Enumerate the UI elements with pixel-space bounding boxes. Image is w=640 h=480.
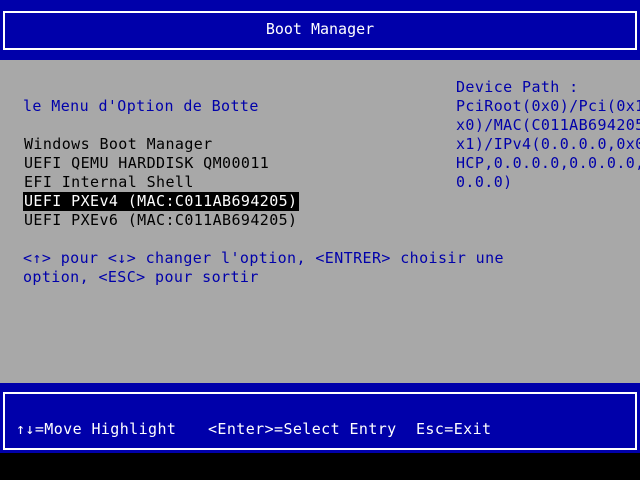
device-path-line: 0.0.0) xyxy=(456,173,513,191)
footer-select-hint: <Enter>=Select Entry xyxy=(208,420,397,438)
footer-move-hint: ↑↓=Move Highlight xyxy=(16,420,177,438)
device-path-line: PciRoot(0x0)/Pci(0x1,0 xyxy=(456,97,640,115)
device-path-label: Device Path : xyxy=(456,78,579,96)
menu-heading: le Menu d'Option de Botte xyxy=(23,97,259,115)
boot-option-uefi-qemu-harddisk[interactable]: UEFI QEMU HARDDISK QM00011 xyxy=(23,154,270,173)
boot-option-windows-boot-manager[interactable]: Windows Boot Manager xyxy=(23,135,214,154)
device-path-line: x1)/IPv4(0.0.0.0,0x0,D xyxy=(456,135,640,153)
boot-option-efi-internal-shell[interactable]: EFI Internal Shell xyxy=(23,173,195,192)
page-title: Boot Manager xyxy=(265,20,375,38)
boot-option-uefi-pxev6[interactable]: UEFI PXEv6 (MAC:C011AB694205) xyxy=(23,211,299,230)
device-path-line: HCP,0.0.0.0,0.0.0.0,0. xyxy=(456,154,640,172)
footer-exit-hint: Esc=Exit xyxy=(416,420,492,438)
help-text-line-1: <↑> pour <↓> changer l'option, <ENTRER> … xyxy=(23,249,504,267)
boot-option-uefi-pxev4[interactable]: UEFI PXEv4 (MAC:C011AB694205) xyxy=(23,192,299,211)
help-text-line-2: option, <ESC> pour sortir xyxy=(23,268,259,286)
device-path-line: x0)/MAC(C011AB694205,0 xyxy=(456,116,640,134)
